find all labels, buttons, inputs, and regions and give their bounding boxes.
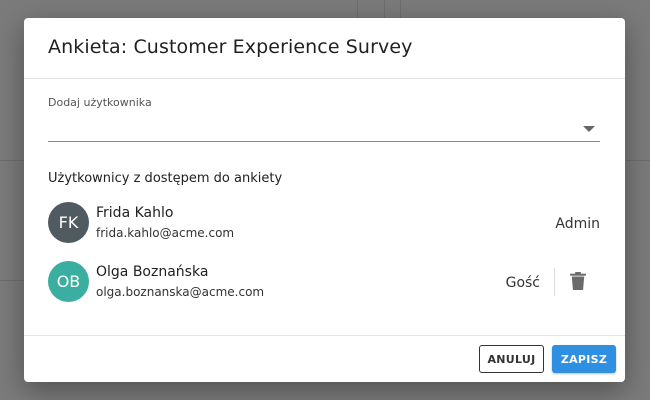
avatar: OB [48, 261, 89, 302]
user-role-selector[interactable]: Gość [506, 275, 540, 291]
share-survey-dialog: Ankieta: Customer Experience Survey Doda… [24, 18, 625, 382]
cancel-button[interactable]: ANULUJ [479, 345, 544, 373]
user-email: frida.kahlo@acme.com [96, 226, 235, 240]
user-role: Admin [555, 216, 600, 232]
chevron-down-icon[interactable] [583, 126, 595, 132]
add-user-input[interactable] [48, 114, 600, 142]
user-email: olga.boznanska@acme.com [96, 285, 265, 299]
footer-divider [24, 335, 625, 336]
header-divider [24, 78, 625, 79]
background-divider [0, 160, 24, 161]
row-separator [554, 268, 555, 296]
background-divider [0, 280, 24, 281]
users-section-title: Użytkownicy z dostępem do ankiety [48, 171, 283, 186]
background-divider [400, 0, 401, 18]
user-row: FK Frida Kahlo frida.kahlo@acme.com Admi… [48, 201, 600, 245]
background-divider [384, 0, 385, 18]
add-user-label: Dodaj użytkownika [48, 96, 152, 109]
background-divider [357, 0, 358, 18]
background-divider [626, 160, 650, 161]
user-row: OB Olga Boznańska olga.boznanska@acme.co… [48, 260, 600, 304]
user-name: Olga Boznańska [96, 264, 209, 280]
user-name: Frida Kahlo [96, 205, 174, 221]
avatar: FK [48, 202, 89, 243]
save-button[interactable]: ZAPISZ [552, 345, 616, 373]
dialog-title: Ankieta: Customer Experience Survey [48, 36, 413, 58]
trash-icon[interactable] [570, 272, 586, 290]
